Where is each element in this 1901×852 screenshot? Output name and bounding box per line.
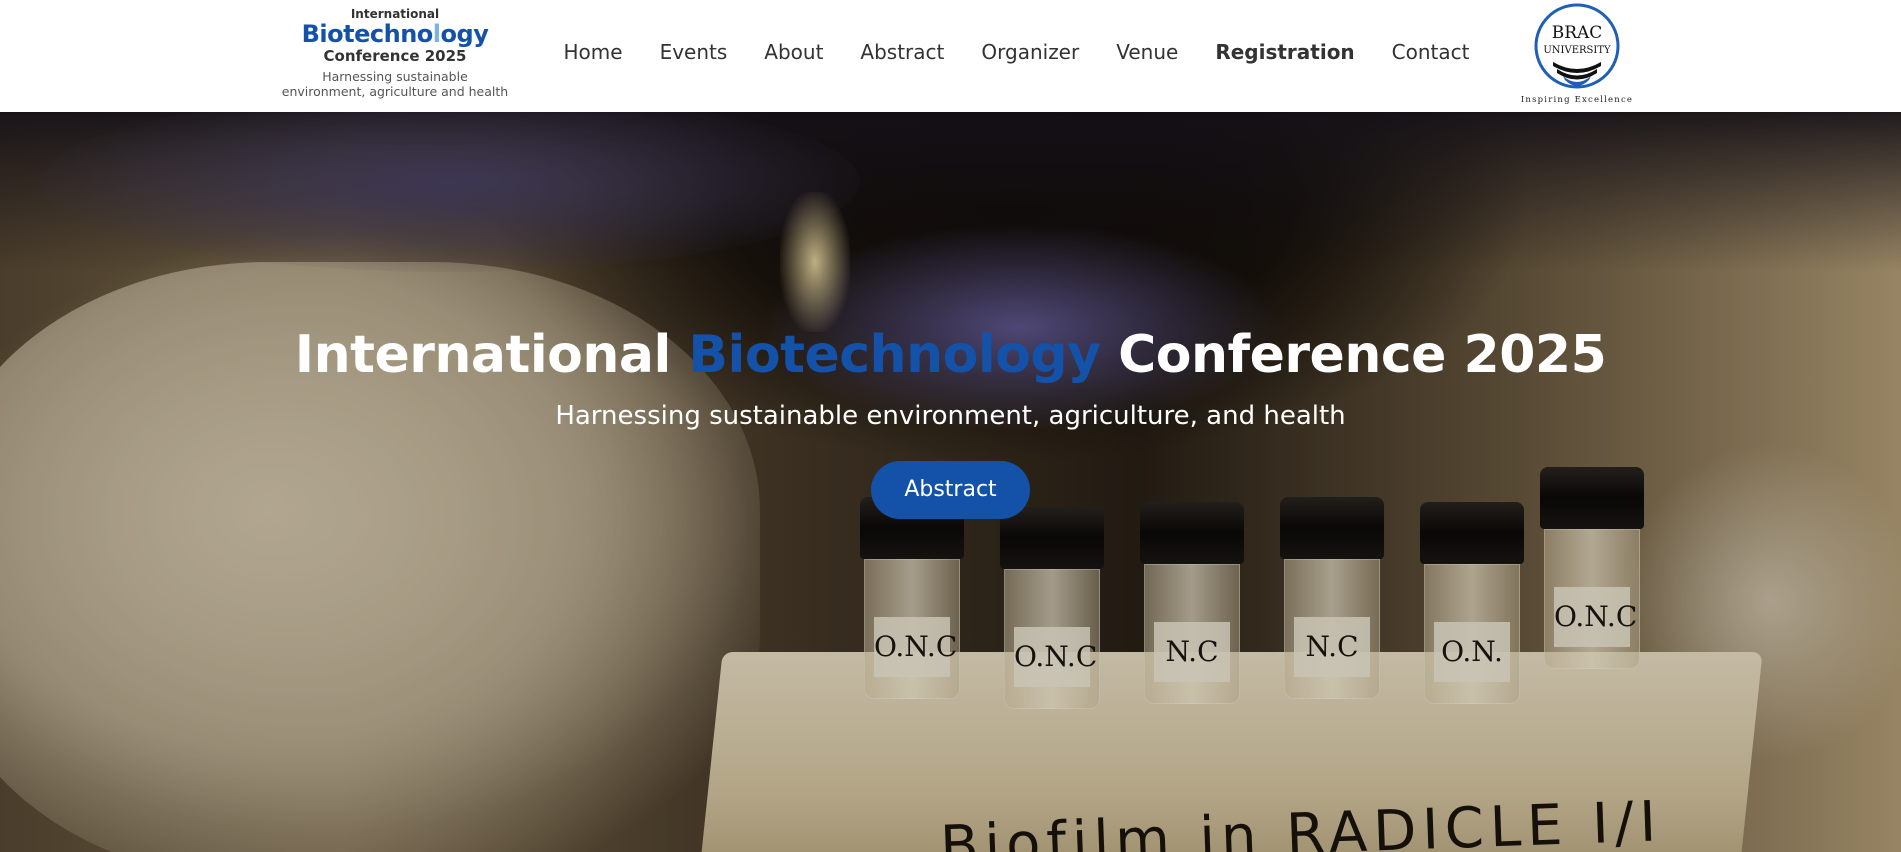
logo-tagline-1: Harnessing sustainable — [322, 69, 468, 84]
nav-venue[interactable]: Venue — [1116, 37, 1178, 67]
dna-helix-icon: l — [432, 20, 441, 48]
nav-home[interactable]: Home — [564, 37, 623, 67]
logo-main-word: Biotechnology — [301, 20, 489, 48]
nav-contact[interactable]: Contact — [1392, 37, 1470, 67]
site-header: International Biotechnology Conference 2… — [0, 0, 1901, 112]
nav-organizer[interactable]: Organizer — [981, 37, 1079, 67]
hero-title: International Biotechnology Conference 2… — [294, 325, 1607, 385]
brac-emblem-icon: BRAC UNIVERSITY — [1534, 3, 1620, 89]
brac-tagline: Inspiring Excellence — [1520, 95, 1634, 105]
hero-title-accent: Biotechnology — [688, 325, 1101, 385]
nav-events[interactable]: Events — [660, 37, 728, 67]
conference-logo[interactable]: International Biotechnology Conference 2… — [268, 4, 522, 104]
nav-about[interactable]: About — [764, 37, 823, 67]
logo-conference: Conference 2025 — [323, 47, 467, 65]
main-nav: Home Events About Abstract Organizer Ven… — [545, 37, 1488, 67]
nav-abstract[interactable]: Abstract — [860, 37, 944, 67]
brac-name-line1: BRAC — [1552, 23, 1603, 43]
hero-section: Biofilm in RADICLE I/I O.N.C O.N.C N.C N… — [0, 112, 1901, 852]
abstract-button[interactable]: Abstract — [871, 461, 1030, 519]
brac-name-line2: UNIVERSITY — [1543, 45, 1611, 56]
logo-top-line: International — [350, 7, 440, 21]
hero-subtitle: Harnessing sustainable environment, agri… — [555, 401, 1346, 431]
brac-university-logo[interactable]: BRAC UNIVERSITY Inspiring Excellence — [1518, 2, 1636, 106]
nav-registration[interactable]: Registration — [1215, 37, 1354, 67]
logo-tagline-2: environment, agriculture and health — [281, 84, 509, 99]
